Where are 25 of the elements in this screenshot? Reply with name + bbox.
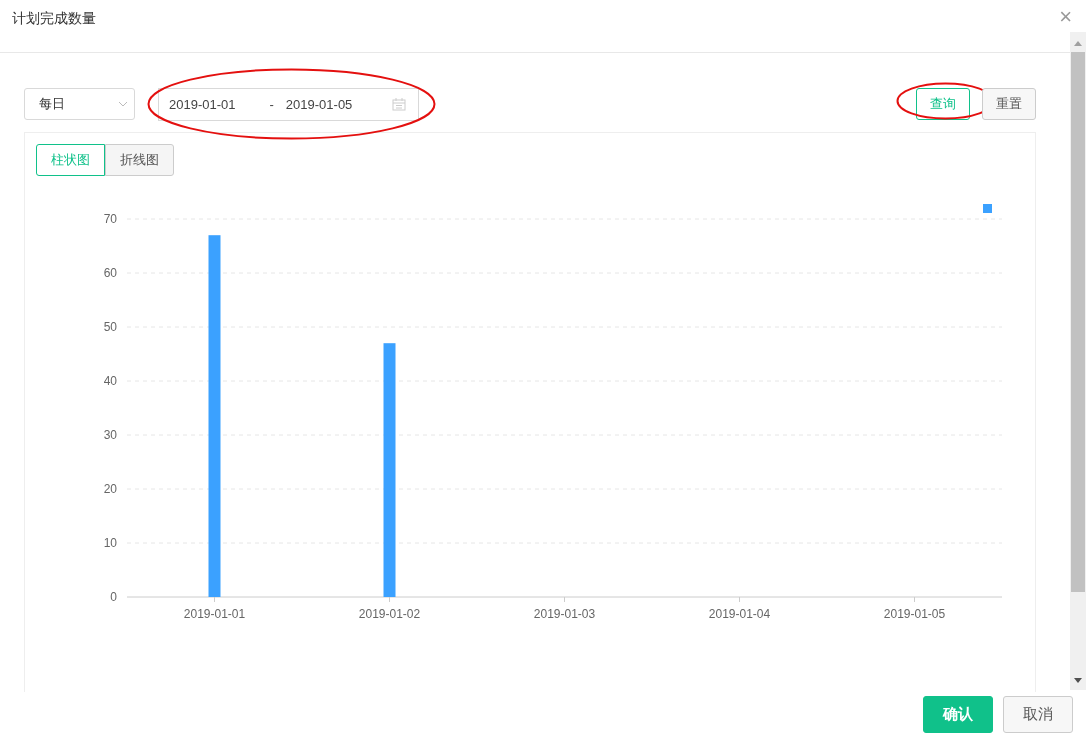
y-axis-label: 20	[103, 482, 117, 496]
cancel-button[interactable]: 取消	[1003, 696, 1073, 733]
end-date: 2019-01-05	[285, 96, 354, 112]
x-axis-label: 2019-01-04	[708, 607, 771, 621]
y-axis-label: 0	[110, 590, 117, 604]
x-axis-label: 2019-01-05	[883, 607, 946, 621]
x-axis-label: 2019-01-01	[183, 607, 246, 621]
y-axis-label: 10	[103, 536, 117, 550]
calendar-icon	[392, 97, 406, 111]
chart-type-tab[interactable]: 折线图	[105, 144, 174, 176]
date-range-field[interactable]: 2019-01-01 - 2019-01-05	[158, 87, 419, 121]
scrollbar[interactable]	[1070, 32, 1086, 690]
x-axis-label: 2019-01-03	[533, 607, 596, 621]
y-axis-label: 40	[103, 374, 117, 388]
start-date: 2019-01-01	[169, 96, 236, 112]
dialog-title: 计划完成数量	[12, 10, 96, 28]
x-axis-label: 2019-01-02	[358, 607, 421, 621]
y-axis-label: 60	[103, 266, 117, 280]
y-axis-label: 70	[103, 212, 117, 226]
period-dropdown[interactable]: 每日	[24, 88, 135, 120]
y-axis-label: 30	[103, 428, 117, 442]
range-separator: -	[269, 96, 274, 112]
caret-icon	[118, 101, 128, 107]
reset-button[interactable]: 重置	[982, 88, 1036, 120]
y-axis-label: 50	[103, 320, 117, 334]
